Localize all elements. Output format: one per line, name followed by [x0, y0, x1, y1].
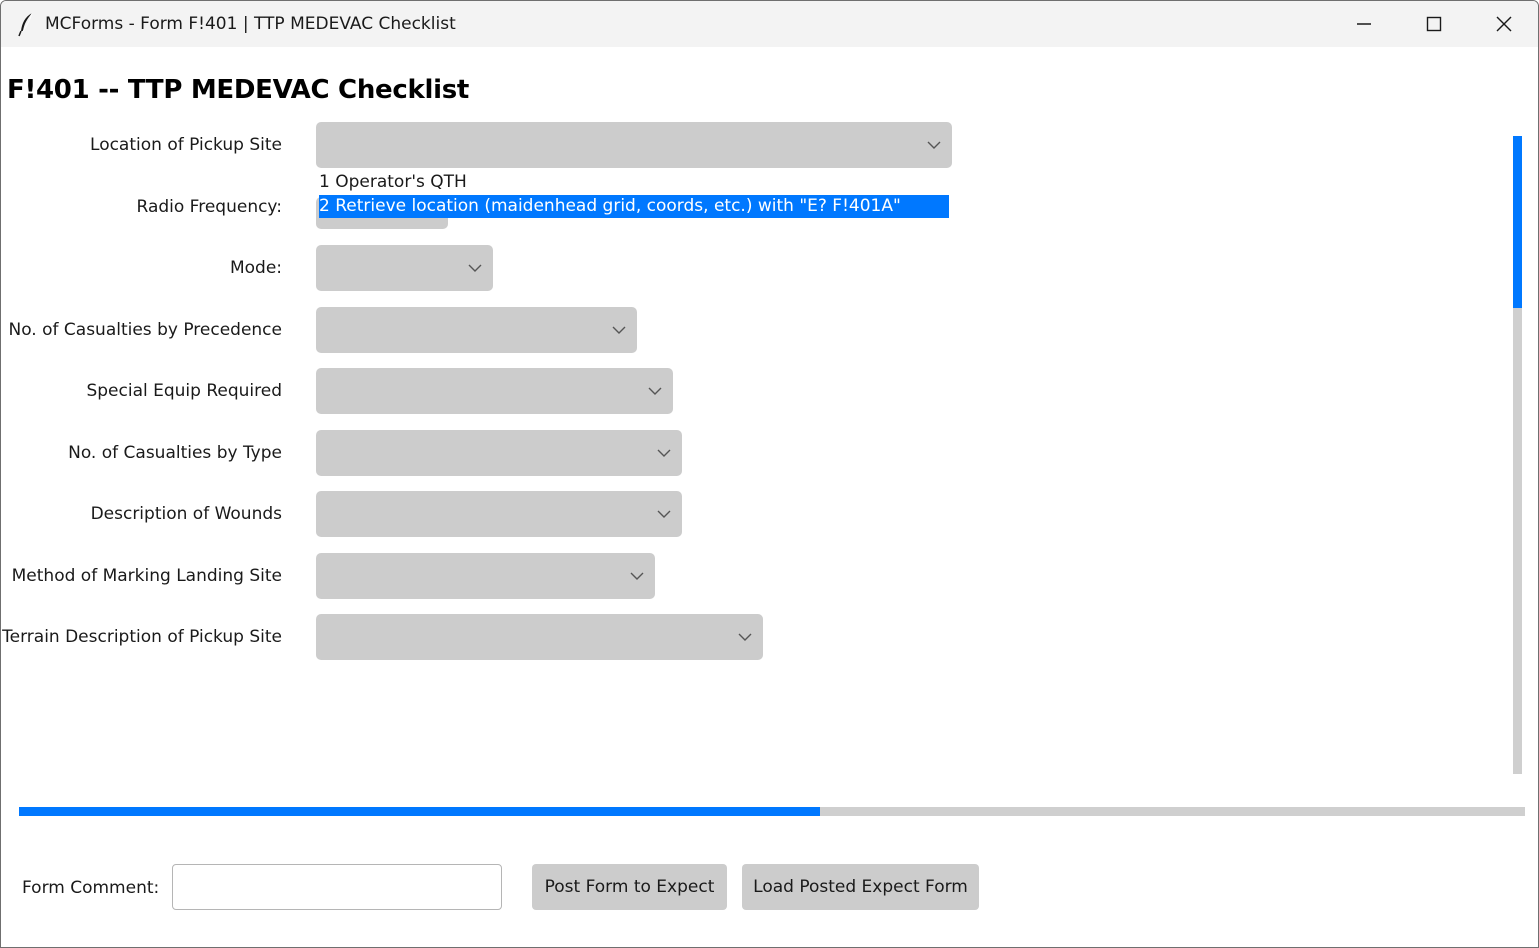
label-mode: Mode: [229, 258, 282, 278]
label-special-equip-required: Special Equip Required [86, 381, 282, 401]
minimize-icon [1357, 23, 1371, 25]
chevron-down-icon [630, 572, 644, 580]
load-posted-form-button[interactable]: Load Posted Expect Form [742, 864, 979, 910]
app-window: MCForms - Form F!401 | TTP MEDEVAC Check… [0, 0, 1539, 948]
label-location-of-pickup-site: Location of Pickup Site [90, 135, 282, 155]
dropdown-option[interactable]: 1 Operator's QTH [319, 171, 467, 194]
chevron-down-icon [927, 141, 941, 149]
label-method-of-marking-landing-site: Method of Marking Landing Site [11, 566, 282, 586]
mode-combo[interactable] [316, 245, 493, 291]
chevron-down-icon [612, 326, 626, 334]
feather-icon [17, 11, 37, 37]
location-dropdown-list: 1 Operator's QTH 2 Retrieve location (ma… [316, 169, 952, 221]
chevron-down-icon [648, 387, 662, 395]
maximize-icon [1426, 16, 1442, 32]
post-form-button[interactable]: Post Form to Expect [532, 864, 727, 910]
window-title: MCForms - Form F!401 | TTP MEDEVAC Check… [45, 14, 456, 34]
location-of-pickup-site-combo[interactable] [316, 122, 952, 168]
maximize-button[interactable] [1399, 1, 1469, 47]
label-description-of-wounds: Description of Wounds [90, 504, 282, 524]
label-casualties-by-precedence: No. of Casualties by Precedence [8, 320, 282, 340]
casualties-by-precedence-combo[interactable] [316, 307, 637, 353]
horizontal-scrollbar-thumb[interactable] [19, 807, 820, 816]
chevron-down-icon [657, 449, 671, 457]
label-casualties-by-type: No. of Casualties by Type [68, 443, 282, 463]
chevron-down-icon [738, 633, 752, 641]
minimize-button[interactable] [1329, 1, 1399, 47]
casualties-by-type-combo[interactable] [316, 430, 682, 476]
form-heading: F!401 -- TTP MEDEVAC Checklist [7, 75, 469, 105]
form-comment-label: Form Comment: [22, 878, 160, 898]
special-equip-required-combo[interactable] [316, 368, 673, 414]
form-comment-input[interactable] [172, 864, 502, 910]
chevron-down-icon [468, 264, 482, 272]
description-of-wounds-combo[interactable] [316, 491, 682, 537]
vertical-scrollbar-thumb[interactable] [1513, 136, 1522, 308]
close-icon [1496, 16, 1512, 32]
close-button[interactable] [1469, 1, 1538, 47]
dropdown-option-selected[interactable]: 2 Retrieve location (maidenhead grid, co… [319, 195, 949, 218]
label-terrain-description: Terrain Description of Pickup Site [2, 627, 282, 647]
terrain-description-combo[interactable] [316, 614, 763, 660]
chevron-down-icon [657, 510, 671, 518]
label-radio-frequency: Radio Frequency: [136, 197, 283, 217]
method-of-marking-landing-site-combo[interactable] [316, 553, 655, 599]
title-bar[interactable]: MCForms - Form F!401 | TTP MEDEVAC Check… [1, 1, 1538, 47]
